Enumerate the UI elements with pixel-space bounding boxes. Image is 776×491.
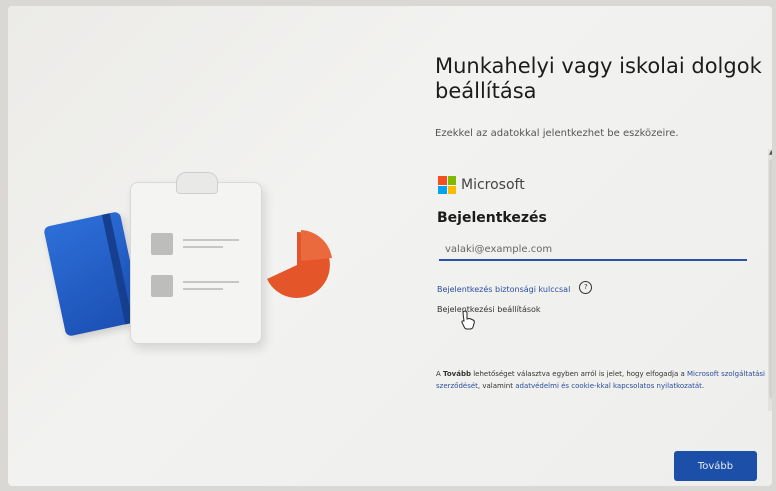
signin-options-link[interactable]: Bejelentkezési beállítások <box>437 305 541 314</box>
scroll-up-icon[interactable]: ▲ <box>769 149 772 156</box>
security-key-row: Bejelentkezés biztonsági kulccsal ? <box>437 277 593 296</box>
signin-heading: Bejelentkezés <box>437 210 547 226</box>
page-subtitle: Ezekkel az adatokkal jelentkezhet be esz… <box>435 128 679 139</box>
next-button[interactable]: Tovább <box>674 451 757 481</box>
clipboard-clip <box>176 172 218 194</box>
legal-notice: A Tovább lehetőséget választva egyben ar… <box>436 370 765 390</box>
oobe-screen: Munkahelyi vagy iskolai dolgok beállítás… <box>8 6 772 486</box>
microsoft-link[interactable]: Microsoft <box>687 370 719 378</box>
scrollbar-thumb[interactable] <box>769 159 772 399</box>
microsoft-logo-icon <box>438 176 456 194</box>
security-key-link[interactable]: Bejelentkezés biztonsági kulccsal <box>437 285 570 294</box>
clipboard-illustration <box>130 182 262 344</box>
microsoft-wordmark: Microsoft <box>461 177 525 193</box>
pie-chart-illustration <box>267 230 332 298</box>
hand-cursor-icon <box>461 310 475 330</box>
microsoft-logo: Microsoft <box>438 176 525 194</box>
email-input[interactable] <box>439 239 747 261</box>
help-icon[interactable]: ? <box>579 281 593 294</box>
page-title: Munkahelyi vagy iskolai dolgok beállítás… <box>435 54 762 103</box>
privacy-statement-link[interactable]: adatvédelmi és cookie-kkal kapcsolatos n… <box>515 382 702 390</box>
scrollbar[interactable]: ▲ <box>768 149 772 411</box>
setup-illustration <box>28 166 348 366</box>
notebook-illustration <box>43 211 143 337</box>
